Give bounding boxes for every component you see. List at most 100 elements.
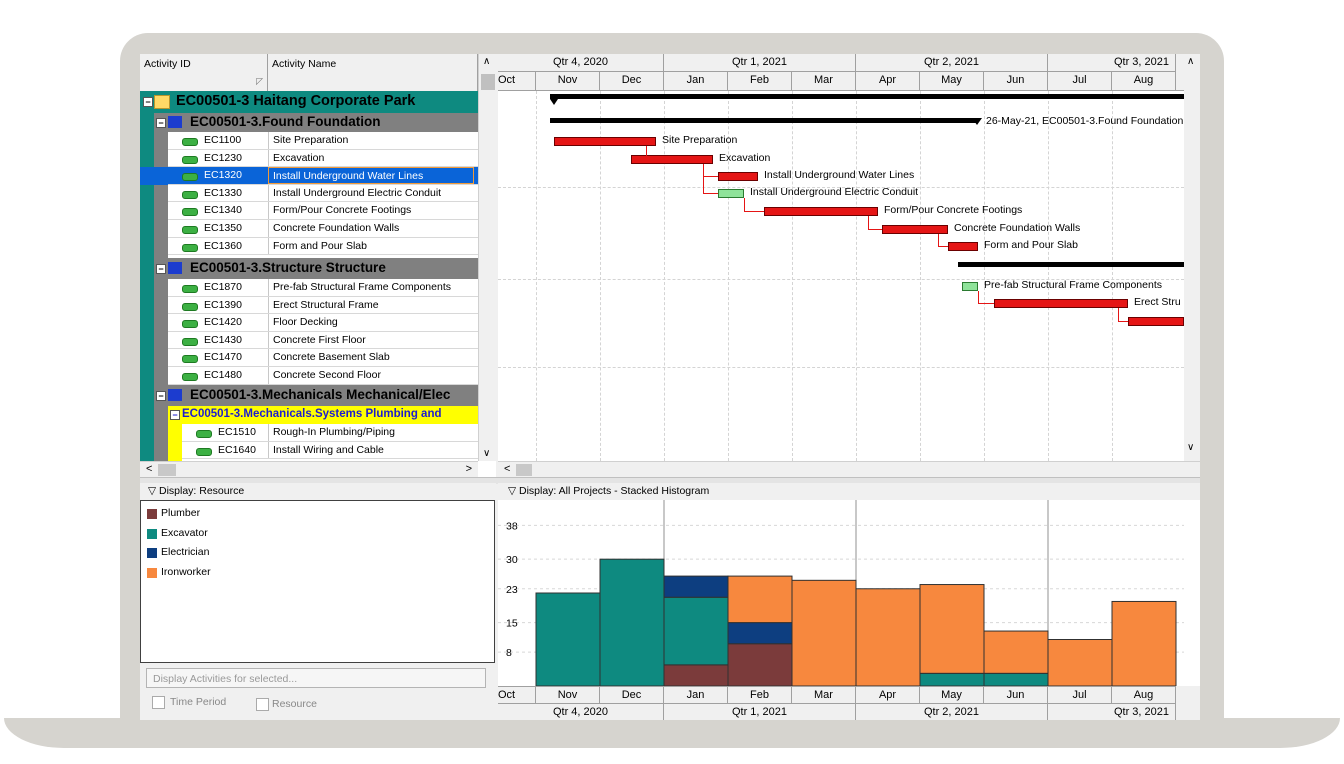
activity-bar-icon — [182, 373, 198, 381]
grid-hscrollbar[interactable]: < > — [140, 461, 478, 478]
resource-name[interactable]: Electrician — [161, 546, 209, 558]
y-tick-label: 15 — [506, 618, 518, 630]
month-label: Nov — [536, 686, 600, 703]
month-label: Oct — [498, 686, 536, 703]
activity-bar-icon — [182, 302, 198, 311]
grid-vscrollbar[interactable]: ∧ ∨ — [478, 54, 497, 461]
month-label: Mar — [792, 686, 856, 703]
scroll-up-icon[interactable]: ∧ — [1187, 56, 1194, 67]
histogram-display-menu[interactable]: ▽ Display: All Projects - Stacked Histog… — [508, 485, 709, 497]
scroll-thumb[interactable] — [158, 464, 176, 476]
activity-row[interactable]: EC1350 Concrete Foundation Walls — [168, 220, 478, 238]
month-gridline — [984, 91, 985, 461]
collapse-icon[interactable]: − — [156, 264, 166, 274]
col-activity-name-label: Activity Name — [272, 58, 337, 70]
activity-row[interactable]: EC1870 Pre-fab Structural Frame Component… — [168, 279, 478, 297]
col-activity-id[interactable]: Activity ID ◸ — [140, 54, 268, 91]
month-gridline — [792, 91, 793, 461]
month-label: Apr — [856, 72, 920, 90]
relationship-line — [978, 291, 979, 303]
activity-row[interactable]: EC1420 Floor Decking — [168, 314, 478, 332]
resource-panel: ▽ Display: Resource Plumber Excavator Elec… — [140, 483, 496, 720]
activity-bar-label: Install Underground Electric Conduit — [750, 186, 919, 198]
y-tick-label: 30 — [506, 554, 518, 566]
activity-row[interactable]: EC1340 Form/Pour Concrete Footings — [168, 202, 478, 220]
wbs-row-mechanicals[interactable]: − EC00501-3.Mechanicals Mechanical/Elec — [154, 385, 478, 406]
activity-row[interactable]: EC1100 Site Preparation — [168, 132, 478, 150]
activity-name: Excavation — [268, 149, 474, 167]
scroll-right-icon[interactable]: > — [466, 463, 472, 475]
activity-bar-icon — [182, 155, 198, 164]
y-tick-label: 23 — [506, 584, 518, 596]
activity-grid: Activity ID ◸ Activity Name ∧ ∨ − EC00501… — [140, 54, 497, 478]
activity-bar-icon — [182, 226, 198, 234]
resource-name[interactable]: Excavator — [161, 527, 208, 539]
histogram-bar-excavator — [663, 596, 729, 666]
activity-bar-label: Site Preparation — [662, 134, 738, 146]
activity-row[interactable]: EC1320 Install Underground Water Lines — [168, 167, 478, 185]
activity-row[interactable]: EC1390 Erect Structural Frame — [168, 296, 478, 315]
project-row[interactable]: − EC00501-3 Haitang Corporate Park — [140, 91, 478, 113]
histogram-plot-area: 38 30 23 15 8 — [498, 500, 1200, 687]
activity-name: Install Underground Electric Conduit — [268, 184, 474, 202]
wbs-row-foundation[interactable]: − EC00501-3.Found Foundation — [154, 113, 478, 132]
activity-row[interactable]: EC1230 Excavation — [168, 149, 478, 168]
resource-name[interactable]: Plumber — [161, 507, 200, 519]
histogram-bar-plumber — [727, 643, 793, 687]
month-gridline — [728, 91, 729, 461]
gantt-vscrollbar[interactable]: ∧ ∨ — [1184, 54, 1200, 461]
resource-name[interactable]: Ironworker — [161, 566, 211, 578]
quarter-label: Qtr 1, 2021 — [664, 54, 856, 72]
scroll-left-icon[interactable]: < — [504, 463, 510, 475]
scroll-left-icon[interactable]: < — [146, 463, 152, 475]
resource-display-menu[interactable]: ▽ Display: Resource — [148, 485, 244, 497]
scroll-thumb[interactable] — [516, 464, 532, 476]
wbs-row-structure[interactable]: − EC00501-3.Structure Structure — [154, 258, 478, 279]
summary-start-marker — [550, 99, 558, 105]
scroll-thumb[interactable] — [481, 74, 495, 90]
wbs-indent-band — [154, 279, 168, 385]
collapse-icon[interactable]: − — [143, 97, 153, 107]
relationship-line — [938, 234, 939, 246]
time-period-checkbox[interactable] — [152, 696, 165, 709]
activity-id: EC1430 — [204, 333, 242, 346]
month-label: Jan — [664, 686, 728, 703]
activity-row[interactable]: EC1470 Concrete Basement Slab — [168, 349, 478, 367]
activity-row[interactable]: EC1430 Concrete First Floor — [168, 331, 478, 350]
scroll-down-icon[interactable]: ∨ — [1187, 442, 1194, 453]
collapse-icon[interactable]: − — [170, 410, 180, 420]
histogram-bar-electrician — [727, 622, 793, 645]
display-activities-field[interactable]: Display Activities for selected... — [146, 668, 486, 688]
month-gridline — [920, 91, 921, 461]
activity-name: Concrete Second Floor — [268, 367, 474, 384]
scroll-down-icon[interactable]: ∨ — [483, 448, 490, 459]
activity-gantt-bar — [962, 282, 978, 291]
month-gridline — [1048, 91, 1049, 461]
activity-row[interactable]: EC1510 Rough-In Plumbing/Piping — [182, 424, 478, 442]
month-label: Aug — [1112, 686, 1176, 703]
relationship-line — [744, 198, 745, 211]
histogram-bar-excavator — [599, 558, 665, 687]
activity-name: Pre-fab Structural Frame Components — [268, 279, 474, 296]
quarter-label: Qtr 1, 2021 — [664, 703, 856, 720]
collapse-icon[interactable]: − — [156, 118, 166, 128]
activity-row[interactable]: EC1480 Concrete Second Floor — [168, 367, 478, 385]
col-activity-name[interactable]: Activity Name — [268, 54, 478, 91]
activity-name: Erect Structural Frame — [268, 296, 474, 314]
month-label: Jun — [984, 686, 1048, 703]
wbs-row-systems[interactable]: − EC00501-3.Mechanicals.Systems Plumbing… — [168, 406, 478, 424]
relationship-line — [703, 193, 718, 194]
activity-row[interactable]: EC1330 Install Underground Electric Condu… — [168, 184, 478, 203]
histogram-bar-excavator — [983, 672, 1049, 687]
scroll-up-icon[interactable]: ∧ — [483, 56, 490, 67]
month-label: Apr — [856, 686, 920, 703]
collapse-icon[interactable]: − — [156, 391, 166, 401]
activity-row[interactable]: EC1640 Install Wiring and Cable — [182, 441, 478, 460]
activity-gantt-bar — [718, 189, 744, 198]
wbs-indent-band — [154, 406, 168, 461]
resource-checkbox[interactable] — [256, 698, 269, 711]
histogram-bar-ironworker — [919, 584, 985, 674]
activity-row[interactable]: EC1360 Form and Pour Slab — [168, 237, 478, 256]
gantt-hscrollbar[interactable]: < — [498, 461, 1200, 478]
month-gridline — [664, 91, 665, 461]
